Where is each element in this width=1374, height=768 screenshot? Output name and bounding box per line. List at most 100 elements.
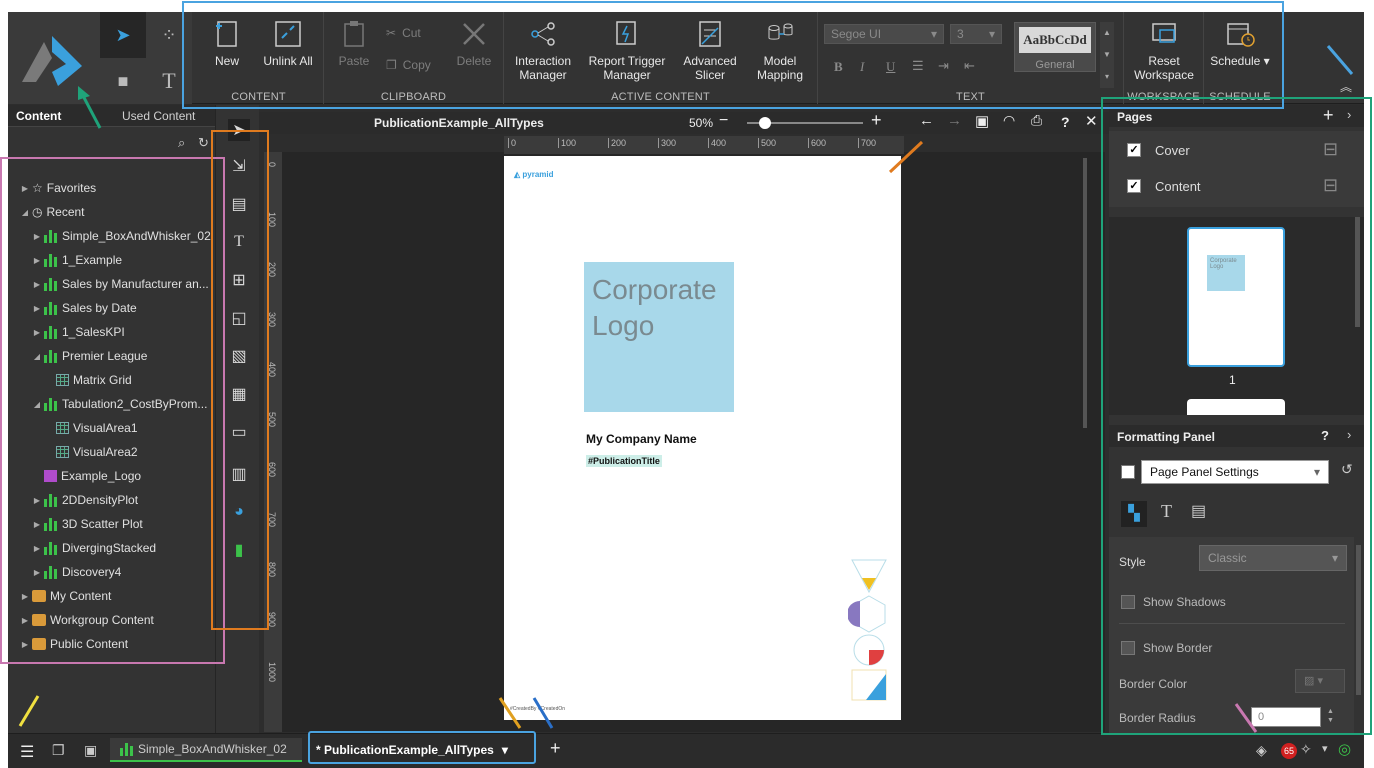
tree-item[interactable]: ◢ Tabulation2_CostByProm... [32,393,207,415]
menu-icon[interactable]: ☰ [20,742,34,762]
copy-button[interactable]: ❐ Copy [386,58,431,72]
expand-right-icon[interactable]: ▶ [20,640,30,649]
refresh-icon[interactable]: ↻ [198,135,209,151]
tree-item[interactable]: ▶ Public Content [20,633,128,655]
underline-icon[interactable]: U [886,59,895,75]
model-mapping-button[interactable]: Model Mapping [750,18,810,82]
tree-item[interactable]: ▶ Discovery4 [32,561,121,583]
tree-item[interactable]: ▶ DivergingStacked [32,537,156,559]
cut-button[interactable]: ✂ Cut [386,26,421,40]
italic-icon[interactable]: I [860,59,864,75]
corporate-logo-placeholder[interactable]: Corporate Logo [584,262,734,412]
expand-right-icon[interactable]: ▶ [32,256,42,265]
font-family-select[interactable]: Segoe UI ▾ [824,24,944,44]
shape-tool-icon[interactable]: ◱ [228,307,250,329]
doc-tab-publication[interactable]: * PublicationExample_AllTypes ▾ [308,738,534,762]
tree-item[interactable]: ▶ Sales by Manufacturer an... [32,273,209,295]
page-item-content[interactable]: Content [1155,179,1201,194]
connection-status-icon[interactable]: ◎ [1338,740,1351,758]
report-tool-icon[interactable]: ▥ [228,463,250,485]
forward-arrow-icon[interactable]: → [947,112,962,129]
interaction-manager-button[interactable]: Interaction Manager [510,18,576,82]
send-icon[interactable]: ➤ [100,12,146,58]
chevron-down-icon[interactable]: ▾ [502,743,508,757]
expand-right-icon[interactable]: ▶ [32,496,42,505]
indent-icon[interactable]: ⇥ [938,58,949,74]
expand-right-icon[interactable]: ▶ [32,232,42,241]
print-icon[interactable]: ⎙ [1031,112,1042,129]
page-checkbox-content[interactable]: ✓ [1127,179,1141,193]
layout-format-icon[interactable]: ▤ [1191,501,1206,521]
tree-item[interactable]: ▶ ☆ Favorites [20,177,96,199]
style-gallery[interactable]: AaBbCcDd General [1014,22,1096,72]
doc-tab-boxwhisker[interactable]: Simple_BoxAndWhisker_02 [110,738,302,762]
expand-right-icon[interactable]: ▶ [32,544,42,553]
search-icon[interactable]: ⌕ [178,135,185,151]
tree-item[interactable]: ▶ 2DDensityPlot [32,489,138,511]
expand-right-icon[interactable]: ▶ [32,328,42,337]
reset-icon[interactable]: ↺ [1341,461,1353,478]
expand-right-icon[interactable]: ▶ [20,184,30,193]
collapse-ribbon-icon[interactable]: ︽ [1340,78,1352,95]
company-name[interactable]: My Company Name [586,432,697,446]
add-page-icon[interactable]: + [1323,105,1334,126]
add-tab-icon[interactable]: + [550,738,561,759]
page-checkbox-cover[interactable]: ✓ [1127,143,1141,157]
zoom-out-icon[interactable]: − [719,112,728,130]
back-arrow-icon[interactable]: ← [919,112,934,129]
settings-checkbox[interactable] [1121,465,1135,479]
tree-item[interactable]: ▶ Workgroup Content [20,609,154,631]
expand-right-icon[interactable]: ▶ [20,592,30,601]
schedule-button[interactable]: Schedule ▾ [1208,18,1272,68]
chart-tool-icon[interactable]: ▮ [228,539,250,561]
page-icon[interactable]: ■ [100,58,146,104]
expand-right-icon[interactable]: ▶ [20,616,30,625]
rss-icon[interactable]: ◠ [1003,112,1015,129]
screens-icon[interactable]: ▣ [84,742,97,759]
outdent-icon[interactable]: ⇤ [964,58,975,74]
new-button[interactable]: New [204,18,250,68]
image-tool-icon[interactable]: ▧ [228,345,250,367]
pie-tool-icon[interactable]: ◕ [228,501,250,523]
paint-roller-icon[interactable]: ▚ [1121,501,1147,527]
expand-right-icon[interactable]: ▶ [32,568,42,577]
tree-item[interactable]: ◢ ◷ Recent [20,201,85,223]
help-icon[interactable]: ? [1061,114,1070,130]
tree-item[interactable]: ▶ Simple_BoxAndWhisker_02 [32,225,211,247]
panel-tool-icon[interactable]: ▭ [228,421,250,443]
content-block-icon[interactable]: ▤ [228,193,250,215]
zoom-slider-thumb[interactable] [758,117,771,129]
bold-icon[interactable]: B [834,59,843,75]
apps-icon[interactable]: ⁘ [146,12,192,58]
text-icon[interactable]: T [146,58,192,104]
theme-icon[interactable]: ◈ [1256,742,1267,759]
tree-item[interactable]: ▶ My Content [20,585,111,607]
style-select[interactable]: Classic ▾ [1199,545,1347,571]
delete-button[interactable]: Delete [452,18,496,68]
advanced-slicer-button[interactable]: Advanced Slicer [680,18,740,82]
publication-page[interactable]: ◭ pyramid Corporate Logo My Company Name… [504,156,901,720]
font-size-select[interactable]: 3 ▾ [950,24,1002,44]
expand-down-icon[interactable]: ◢ [20,208,30,217]
text-tool-icon[interactable]: T [228,231,250,253]
list-icon[interactable]: ☰ [912,58,924,74]
chevron-right-icon[interactable]: › [1347,107,1351,122]
dynamic-text-icon[interactable]: ⊞ [228,269,250,291]
text-format-icon[interactable]: T [1161,501,1172,522]
border-color-picker[interactable]: ▨ ▾ [1295,669,1345,693]
reset-workspace-button[interactable]: Reset Workspace [1128,18,1200,82]
save-icon[interactable]: ▣ [975,112,989,130]
tree-item[interactable]: ◢ Premier League [32,345,147,367]
canvas-scrollbar[interactable] [1083,158,1087,428]
publication-title[interactable]: #PublicationTitle [586,455,662,467]
expand-right-icon[interactable]: ▶ [32,304,42,313]
expand-down-icon[interactable]: ◢ [32,352,42,361]
tree-item[interactable]: VisualArea1 [44,417,138,439]
notifications-badge[interactable]: 65 [1281,743,1297,759]
zoom-slider[interactable] [747,117,863,129]
border-radius-stepper[interactable]: ▲ ▼ [1327,707,1334,725]
document-list-icon[interactable]: ❐ [52,742,65,759]
tab-used-content[interactable]: Used Content [114,105,215,126]
close-icon[interactable]: ✕ [1085,112,1098,130]
sub-select-arrow-icon[interactable]: ⇲ [228,155,250,177]
